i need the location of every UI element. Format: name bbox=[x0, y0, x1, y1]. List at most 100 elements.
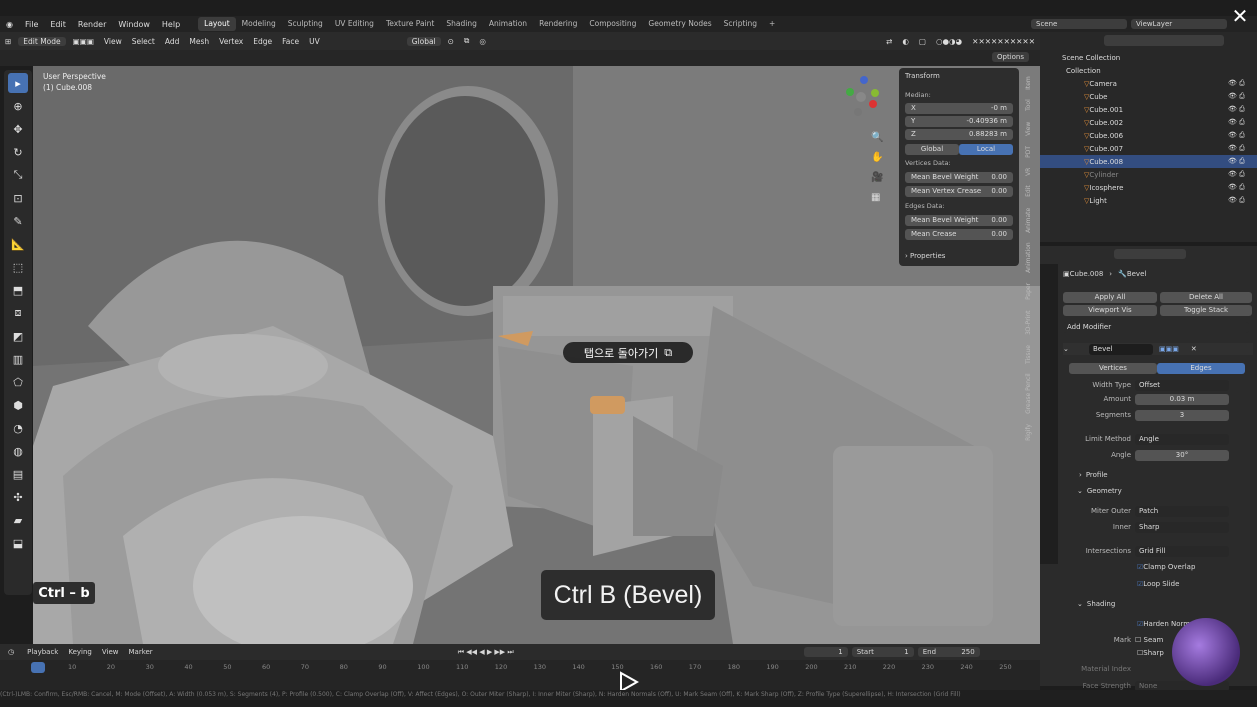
sidebar-tab[interactable]: View bbox=[1025, 121, 1032, 135]
rip-icon[interactable]: ⬓ bbox=[8, 533, 28, 553]
amount-field[interactable]: 0.03 m bbox=[1135, 393, 1229, 405]
visibility-icon[interactable]: 👁 ⎙ bbox=[1228, 144, 1245, 153]
seam-checkbox[interactable]: ☐ Seam bbox=[1135, 636, 1163, 644]
blender-logo-icon[interactable]: ◉ bbox=[0, 20, 19, 29]
close-icon[interactable]: ✕ bbox=[1230, 6, 1250, 26]
menu-select[interactable]: Select bbox=[127, 37, 160, 46]
outliner-item[interactable]: ▽ Cube 👁 ⎙ bbox=[1040, 90, 1257, 103]
tab-shading[interactable]: Shading bbox=[440, 17, 482, 31]
cursor-icon[interactable]: ⊕ bbox=[8, 96, 28, 116]
profile-subpanel[interactable]: › Profile bbox=[1063, 469, 1253, 481]
menu-edge[interactable]: Edge bbox=[248, 37, 277, 46]
start-frame-field[interactable]: Start 1 bbox=[851, 647, 914, 657]
miter-outer-dropdown[interactable]: Patch bbox=[1135, 505, 1229, 517]
toggle-stack-button[interactable]: Toggle Stack bbox=[1160, 304, 1252, 316]
tab-modeling[interactable]: Modeling bbox=[236, 17, 282, 31]
proportional-icon[interactable]: ◎ bbox=[474, 37, 491, 46]
sidebar-tab[interactable]: Tool bbox=[1025, 100, 1032, 112]
width-type-dropdown[interactable]: Offset bbox=[1135, 379, 1229, 391]
options-dropdown[interactable]: Options bbox=[992, 52, 1030, 62]
sidebar-tab[interactable]: Tissue bbox=[1025, 345, 1032, 364]
spin-icon[interactable]: ◔ bbox=[8, 418, 28, 438]
outliner-item[interactable]: ▽ Cube.002 👁 ⎙ bbox=[1040, 116, 1257, 129]
sidebar-tab[interactable]: Edit bbox=[1025, 186, 1032, 198]
annotate-icon[interactable]: ✎ bbox=[8, 211, 28, 231]
inset-icon[interactable]: ⧈ bbox=[8, 303, 28, 323]
menu-face[interactable]: Face bbox=[277, 37, 304, 46]
tab-uv-editing[interactable]: UV Editing bbox=[329, 17, 380, 31]
menu-vertex[interactable]: Vertex bbox=[214, 37, 248, 46]
geometry-subpanel[interactable]: ⌄ Geometry bbox=[1063, 485, 1253, 497]
menu-uv[interactable]: UV bbox=[304, 37, 325, 46]
scale-icon[interactable]: ⤡ bbox=[8, 165, 28, 185]
edges-toggle[interactable]: Edges bbox=[1157, 362, 1245, 374]
inner-miter-dropdown[interactable]: Sharp bbox=[1135, 521, 1229, 533]
playback-menu[interactable]: Playback bbox=[22, 648, 63, 656]
delete-all-button[interactable]: Delete All bbox=[1160, 291, 1252, 303]
tab-animation[interactable]: Animation bbox=[483, 17, 533, 31]
outliner-item[interactable]: ▽ Cube.008 👁 ⎙ bbox=[1040, 155, 1257, 168]
shear-icon[interactable]: ▰ bbox=[8, 510, 28, 530]
menu-file[interactable]: File bbox=[19, 20, 44, 29]
viewport-nav-icons[interactable]: 🔍 ✋ 🎥 ▦ bbox=[871, 128, 883, 208]
tab-rendering[interactable]: Rendering bbox=[533, 17, 583, 31]
sidebar-tab[interactable]: Animation bbox=[1025, 243, 1032, 274]
shrink-icon[interactable]: ✣ bbox=[8, 487, 28, 507]
outliner-item[interactable]: ▽ Light 👁 ⎙ bbox=[1040, 194, 1257, 207]
sidebar-tab[interactable]: Rigify bbox=[1025, 424, 1032, 441]
view-layer-selector[interactable]: ViewLayer bbox=[1131, 19, 1227, 29]
panel-title[interactable]: Transform bbox=[905, 72, 940, 80]
menu-add[interactable]: Add bbox=[160, 37, 185, 46]
angle-field[interactable]: 30° bbox=[1135, 449, 1229, 461]
timeline-editor-icon[interactable]: ◷ bbox=[0, 648, 22, 656]
outliner-item[interactable]: ▽ Cylinder 👁 ⎙ bbox=[1040, 168, 1257, 181]
sidebar-tab[interactable]: Paper bbox=[1025, 283, 1032, 300]
outliner-item[interactable]: ▽ Icosphere 👁 ⎙ bbox=[1040, 181, 1257, 194]
outliner-item[interactable]: ▽ Cube.001 👁 ⎙ bbox=[1040, 103, 1257, 116]
mode-dropdown[interactable]: Edit Mode bbox=[18, 36, 66, 46]
segments-field[interactable]: 3 bbox=[1135, 409, 1229, 421]
add-cube-icon[interactable]: ⬚ bbox=[8, 257, 28, 277]
visibility-icon[interactable]: 👁 ⎙ bbox=[1228, 170, 1245, 179]
loop-slide-checkbox[interactable]: ☑ Loop Slide bbox=[1063, 578, 1253, 590]
visibility-icon[interactable]: 👁 ⎙ bbox=[1228, 157, 1245, 166]
sidebar-tab[interactable]: Grease Pencil bbox=[1025, 373, 1032, 414]
sidebar-tab[interactable]: Item bbox=[1025, 76, 1032, 90]
menu-render[interactable]: Render bbox=[72, 20, 112, 29]
tab-texture-paint[interactable]: Texture Paint bbox=[380, 17, 440, 31]
sidebar-tab[interactable]: 3D-Print bbox=[1025, 310, 1032, 334]
keying-menu[interactable]: Keying bbox=[63, 648, 97, 656]
visibility-icon[interactable]: 👁 ⎙ bbox=[1228, 196, 1245, 205]
properties-search[interactable] bbox=[1114, 249, 1186, 259]
y-field[interactable]: Y -0.40936 m bbox=[905, 116, 1013, 127]
local-button[interactable]: Local bbox=[959, 144, 1013, 155]
pivot-icon[interactable]: ⊙ bbox=[443, 37, 459, 46]
modifier-toggles-icon[interactable]: ▣▣▣ bbox=[1159, 345, 1179, 353]
modifier-name-field[interactable]: Bevel bbox=[1089, 343, 1153, 355]
apply-all-button[interactable]: Apply All bbox=[1063, 291, 1157, 303]
collection-row[interactable]: Collection bbox=[1040, 64, 1257, 77]
orientation-dropdown[interactable]: Global bbox=[406, 36, 441, 46]
shading-modes-icon[interactable]: ○●◑◕ bbox=[931, 37, 967, 46]
outliner-item[interactable]: ▽ Cube.006 👁 ⎙ bbox=[1040, 129, 1257, 142]
menu-view[interactable]: View bbox=[99, 37, 127, 46]
tab-layout[interactable]: Layout bbox=[198, 17, 236, 31]
menu-mesh[interactable]: Mesh bbox=[184, 37, 214, 46]
sidebar-tab[interactable]: Animate bbox=[1025, 207, 1032, 232]
visibility-toggles-icon[interactable]: ✕✕✕✕✕✕✕✕✕✕ bbox=[967, 37, 1040, 46]
measure-icon[interactable]: 📐 bbox=[8, 234, 28, 254]
scene-selector[interactable]: Scene bbox=[1031, 19, 1127, 29]
end-frame-field[interactable]: End 250 bbox=[917, 647, 980, 657]
vertices-toggle[interactable]: Vertices bbox=[1069, 362, 1157, 374]
marker-menu[interactable]: Marker bbox=[123, 648, 157, 656]
bevel-icon[interactable]: ◩ bbox=[8, 326, 28, 346]
playback-controls-icon[interactable]: ⏮ ◀◀ ◀ ▶ ▶▶ ⏭ bbox=[458, 648, 514, 657]
visibility-icon[interactable]: 👁 ⎙ bbox=[1228, 118, 1245, 127]
shading-subpanel[interactable]: ⌄ Shading bbox=[1063, 598, 1253, 610]
viewport-vis-button[interactable]: Viewport Vis bbox=[1063, 304, 1157, 316]
outliner-search[interactable] bbox=[1104, 35, 1224, 46]
global-button[interactable]: Global bbox=[905, 144, 959, 155]
editor-type-icon[interactable]: ⊞ bbox=[0, 37, 16, 46]
transform-icon[interactable]: ⊡ bbox=[8, 188, 28, 208]
intersections-dropdown[interactable]: Grid Fill bbox=[1135, 545, 1229, 557]
